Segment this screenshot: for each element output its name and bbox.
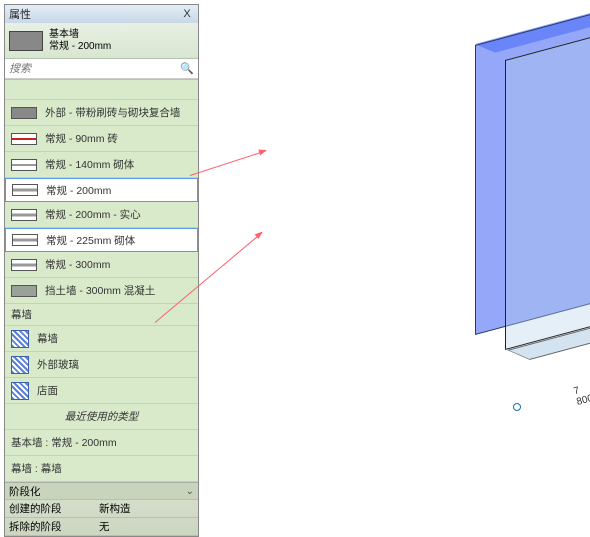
recent-label-text: 基本墙 : 常规 - 200mm	[11, 435, 117, 450]
recent-label: 最近使用的类型	[65, 409, 139, 424]
phase-key: 拆除的阶段	[9, 519, 99, 534]
type-item[interactable]: 常规 - 140mm 砌体	[5, 152, 198, 178]
panel-titlebar[interactable]: 属性 X	[5, 5, 198, 23]
phase-section: 阶段化 ⌄ 创建的阶段 新构造 拆除的阶段 无	[5, 482, 198, 536]
close-icon[interactable]: X	[180, 7, 194, 21]
drag-handle-icon[interactable]	[513, 403, 521, 411]
list-spacer	[5, 80, 198, 100]
phase-header[interactable]: 阶段化 ⌄	[5, 482, 198, 500]
phase-val: 无	[99, 519, 110, 534]
type-text: 基本墙 常规 - 200mm	[49, 29, 111, 53]
type-label: 幕墙	[37, 331, 58, 346]
wall-swatch-icon	[12, 234, 38, 246]
recent-header: 最近使用的类型	[5, 404, 198, 430]
type-label: 外部玻璃	[37, 357, 79, 372]
type-item[interactable]: 常规 - 200mm - 实心	[5, 202, 198, 228]
type-item[interactable]: 外部玻璃	[5, 352, 198, 378]
curtain-wall-header: 幕墙	[5, 304, 198, 326]
search-input[interactable]	[9, 63, 180, 75]
type-swatch-icon	[9, 31, 43, 51]
curtain-swatch-icon	[11, 330, 29, 348]
type-label: 常规 - 90mm 砖	[45, 131, 118, 146]
wall-swatch-icon	[11, 285, 37, 297]
recent-item[interactable]: 幕墙 : 幕墙	[5, 456, 198, 482]
phase-row[interactable]: 创建的阶段 新构造	[5, 500, 198, 518]
recent-label-text: 幕墙 : 幕墙	[11, 461, 62, 476]
type-label: 常规 - 225mm 砌体	[46, 233, 135, 248]
type-family: 基本墙	[49, 29, 111, 41]
type-item[interactable]: 店面	[5, 378, 198, 404]
wall-swatch-icon	[11, 107, 37, 119]
curtain-swatch-icon	[11, 382, 29, 400]
type-item[interactable]: 幕墙	[5, 326, 198, 352]
type-item[interactable]: 常规 - 225mm 砌体	[5, 228, 198, 252]
type-item[interactable]: 挡土墙 - 300mm 混凝土	[5, 278, 198, 304]
phase-row[interactable]: 拆除的阶段 无	[5, 518, 198, 536]
type-label: 常规 - 200mm	[46, 183, 111, 198]
type-item[interactable]: 常规 - 90mm 砖	[5, 126, 198, 152]
recent-item[interactable]: 基本墙 : 常规 - 200mm	[5, 430, 198, 456]
viewport-3d[interactable]: 7 800.0 2200.0	[200, 0, 590, 500]
type-item[interactable]: 常规 - 300mm	[5, 252, 198, 278]
header-label: 幕墙	[11, 307, 32, 322]
wall-swatch-icon	[12, 184, 38, 196]
type-label: 挡土墙 - 300mm 混凝土	[45, 283, 155, 298]
search-row: 🔍	[5, 59, 198, 79]
phase-title: 阶段化	[9, 484, 41, 499]
properties-panel: 属性 X 基本墙 常规 - 200mm 🔍 外部 - 带粉刷砖与砌块复合墙 常规…	[4, 4, 199, 537]
wall-swatch-icon	[11, 159, 37, 171]
wall-swatch-icon	[11, 209, 37, 221]
type-item-selected[interactable]: 常规 - 200mm	[5, 178, 198, 202]
wall-swatch-icon	[11, 259, 37, 271]
curtain-swatch-icon	[11, 356, 29, 374]
phase-key: 创建的阶段	[9, 501, 99, 516]
type-label: 常规 - 300mm	[45, 257, 110, 272]
panel-title: 属性	[9, 6, 31, 22]
type-label: 店面	[37, 383, 58, 398]
type-label: 外部 - 带粉刷砖与砌块复合墙	[45, 105, 180, 120]
search-icon[interactable]: 🔍	[180, 62, 194, 75]
wall-swatch-icon	[11, 133, 37, 145]
type-label: 常规 - 140mm 砌体	[45, 157, 134, 172]
type-label: 常规 - 200mm - 实心	[45, 207, 141, 222]
type-selector[interactable]: 基本墙 常规 - 200mm	[5, 23, 198, 59]
type-name: 常规 - 200mm	[49, 41, 111, 53]
type-list: 外部 - 带粉刷砖与砌块复合墙 常规 - 90mm 砖 常规 - 140mm 砌…	[5, 79, 198, 482]
chevron-down-icon: ⌄	[186, 486, 194, 497]
type-item[interactable]: 外部 - 带粉刷砖与砌块复合墙	[5, 100, 198, 126]
dimension-width[interactable]: 7 800.0	[573, 380, 590, 408]
phase-val: 新构造	[99, 501, 131, 516]
